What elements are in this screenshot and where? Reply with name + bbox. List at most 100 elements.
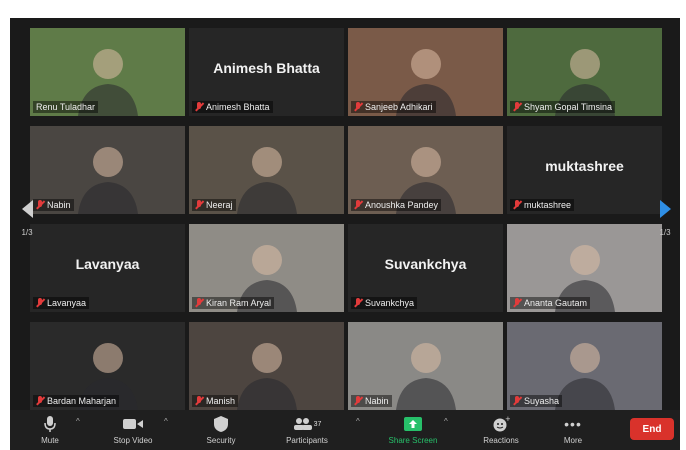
mic-muted-icon [513,396,521,406]
participant-name: Suvankchya [365,298,415,308]
participant-name: Suyasha [524,396,560,406]
participants-icon [293,418,312,430]
participant-name: Animesh Bhatta [206,102,270,112]
share-screen-icon [404,417,422,431]
participant-count: 37 [313,420,322,428]
more-dots-icon: ••• [564,416,582,432]
mic-muted-icon [513,102,521,112]
next-page-button[interactable]: 1/3 [650,188,680,248]
participant-name: Kiran Ram Aryal [206,298,272,308]
reactions-button[interactable]: + Reactions [466,414,536,445]
mute-options-caret[interactable]: ^ [76,417,80,426]
more-button[interactable]: ••• More [538,414,608,445]
page-indicator-right: 1/3 [659,227,671,237]
security-label: Security [206,436,236,445]
participant-tile[interactable]: Nabin [348,322,503,410]
mute-label: Mute [41,436,59,445]
participant-name-label: muktashree [510,199,575,211]
mic-muted-icon [513,298,521,308]
stop-video-label: Stop Video [113,436,153,445]
mic-muted-icon [195,102,203,112]
share-options-caret[interactable]: ^ [444,417,448,426]
participant-tile[interactable]: Lavanyaa Lavanyaa [30,224,185,312]
participant-name-label: Lavanyaa [33,297,90,309]
participant-display-name: muktashree [545,158,624,174]
video-camera-icon [123,419,143,429]
participant-name-label: Kiran Ram Aryal [192,297,275,309]
svg-text:+: + [505,415,510,423]
shield-icon [214,416,228,432]
share-screen-label: Share Screen [388,436,438,445]
participant-name-label: Animesh Bhatta [192,101,273,113]
participant-name-label: Neeraj [192,199,236,211]
participant-tile[interactable]: Animesh Bhatta Animesh Bhatta [189,28,344,116]
participant-tile[interactable]: Bardan Maharjan [30,322,185,410]
participant-tile[interactable]: Kiran Ram Aryal [189,224,344,312]
participant-tile[interactable]: Manish [189,322,344,410]
mic-muted-icon [195,200,203,210]
participant-name-label: Anoushka Pandey [351,199,442,211]
arrow-left-icon [21,199,33,218]
participant-display-name: Suvankchya [384,256,467,272]
participant-name: Ananta Gautam [524,298,588,308]
participant-name: Renu Tuladhar [36,102,96,112]
mic-muted-icon [354,298,362,308]
participant-tile[interactable]: Neeraj [189,126,344,214]
mic-muted-icon [354,396,362,406]
participant-name: Sanjeeb Adhikari [365,102,433,112]
reactions-icon: + [493,415,510,432]
zoom-meeting-window: Renu Tuladhar Animesh Bhatta Animesh Bhatt… [10,18,680,450]
participant-tile[interactable]: Anoushka Pandey [348,126,503,214]
participant-name-label: Suyasha [510,395,563,407]
mic-muted-icon [195,396,203,406]
participant-name: Lavanyaa [47,298,87,308]
participant-tile[interactable]: Suyasha [507,322,662,410]
participant-name: Nabin [47,200,71,210]
arrow-right-icon [659,199,671,218]
previous-page-button[interactable]: 1/3 [12,188,42,248]
share-screen-button[interactable]: Share Screen [378,414,448,445]
stop-video-button[interactable]: Stop Video [98,414,168,445]
security-button[interactable]: Security [186,414,256,445]
participant-tile[interactable]: Nabin [30,126,185,214]
participant-gallery: Renu Tuladhar Animesh Bhatta Animesh Bhatt… [30,28,662,410]
participant-name: Manish [206,396,236,406]
participant-name: Bardan Maharjan [47,396,117,406]
participant-display-name: Lavanyaa [75,256,140,272]
meeting-toolbar: Mute ^ Stop Video ^ Security 37 Particip… [10,410,680,450]
video-options-caret[interactable]: ^ [164,417,168,426]
participants-options-caret[interactable]: ^ [356,417,360,426]
participant-name: Neeraj [206,200,233,210]
participant-name: muktashree [524,200,572,210]
end-meeting-button[interactable]: End [630,418,674,440]
participants-button[interactable]: 37 Participants [272,414,342,445]
mic-muted-icon [36,396,44,406]
participant-name-label: Nabin [351,395,392,407]
participant-tile[interactable]: Renu Tuladhar [30,28,185,116]
participants-label: Participants [286,436,328,445]
participant-name-label: Ananta Gautam [510,297,591,309]
participant-name-label: Bardan Maharjan [33,395,120,407]
participant-tile[interactable]: Suvankchya Suvankchya [348,224,503,312]
participant-name: Nabin [365,396,389,406]
mic-muted-icon [36,298,44,308]
mic-muted-icon [354,102,362,112]
reactions-label: Reactions [483,436,519,445]
participant-tile[interactable]: muktashree muktashree [507,126,662,214]
participant-tile[interactable]: Sanjeeb Adhikari [348,28,503,116]
more-label: More [563,436,583,445]
participant-name-label: Shyam Gopal Timsina [510,101,616,113]
mute-button[interactable]: Mute [15,414,85,445]
participant-name: Anoushka Pandey [365,200,439,210]
participant-name-label: Sanjeeb Adhikari [351,101,436,113]
page-indicator-left: 1/3 [21,227,33,237]
mic-muted-icon [513,200,521,210]
microphone-icon [44,416,56,432]
mic-muted-icon [354,200,362,210]
mic-muted-icon [195,298,203,308]
participant-tile[interactable]: Shyam Gopal Timsina [507,28,662,116]
participant-tile[interactable]: Ananta Gautam [507,224,662,312]
participant-display-name: Animesh Bhatta [213,60,320,76]
participant-name-label: Manish [192,395,239,407]
participant-name-label: Renu Tuladhar [33,101,99,113]
